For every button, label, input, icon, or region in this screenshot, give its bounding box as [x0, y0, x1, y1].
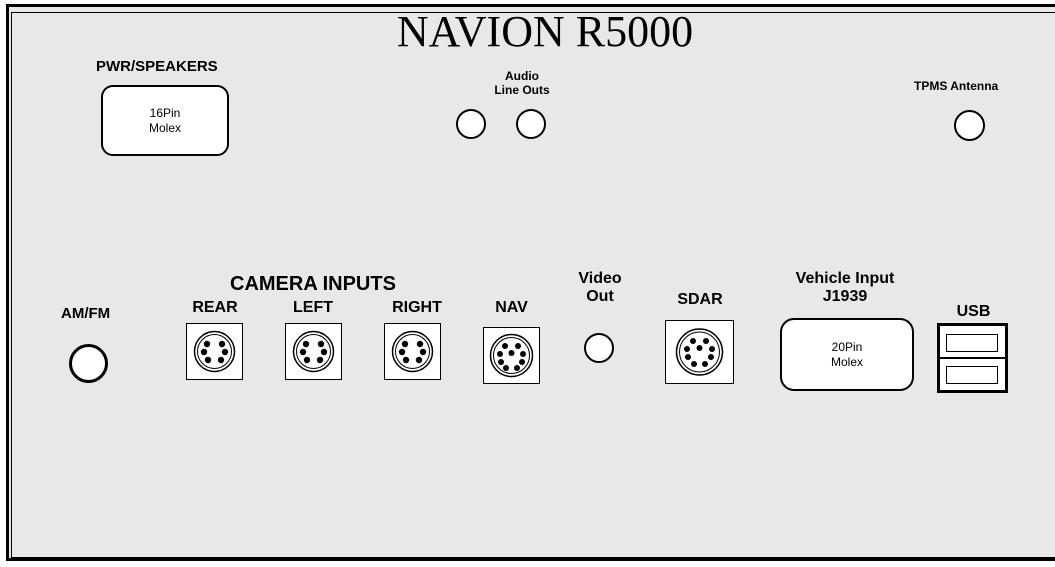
- vehicle-molex-type: Molex: [830, 354, 863, 369]
- sdar-label: SDAR: [677, 291, 723, 308]
- camera-left-connector: [285, 323, 342, 380]
- video-label-line2: Out: [586, 288, 614, 306]
- nav-connector: [483, 327, 540, 384]
- pwr-molex-pins: 16Pin: [149, 105, 181, 120]
- audio-line-outs-label: Audio Line Outs: [462, 69, 582, 98]
- camera-rear-label: REAR: [192, 299, 238, 316]
- pwr-molex-connector: 16Pin Molex: [101, 85, 229, 156]
- tpms-antenna-jack: [954, 110, 985, 141]
- vehicle-molex-connector: 20Pin Molex: [780, 318, 914, 391]
- vehicle-label-line1: Vehicle Input: [795, 270, 895, 287]
- am-fm-label: AM/FM: [61, 305, 111, 322]
- audio-label-line2: Line Outs: [494, 82, 550, 97]
- panel-title: NAVION R5000: [396, 7, 694, 56]
- tpms-antenna-label: TPMS Antenna: [914, 79, 999, 93]
- camera-left-label: LEFT: [293, 299, 333, 316]
- audio-out-left-jack: [456, 109, 486, 139]
- video-out-jack: [584, 333, 614, 363]
- usb-port-lower: [946, 366, 998, 384]
- camera-inputs-heading: CAMERA INPUTS: [230, 273, 396, 295]
- audio-label-line1: Audio: [505, 69, 539, 83]
- video-label-line1: Video: [578, 270, 622, 287]
- camera-rear-connector: [186, 323, 243, 380]
- nav-label: NAV: [495, 299, 528, 316]
- camera-right-label: RIGHT: [392, 299, 442, 316]
- am-fm-antenna-jack: [69, 344, 108, 383]
- pwr-molex-type: Molex: [148, 120, 181, 135]
- audio-out-right-jack: [516, 109, 546, 139]
- usb-label: USB: [956, 303, 991, 320]
- sdar-connector: [665, 320, 734, 384]
- pwr-speakers-label: PWR/SPEAKERS: [96, 58, 218, 75]
- vehicle-input-label: Vehicle Input J1939: [770, 270, 920, 307]
- usb-port-block: [937, 323, 1008, 393]
- vehicle-label-line2: J1939: [822, 288, 868, 306]
- camera-right-connector: [384, 323, 441, 380]
- usb-divider: [940, 357, 1005, 359]
- video-out-label: Video Out: [565, 270, 635, 307]
- usb-port-upper: [946, 334, 998, 352]
- vehicle-molex-pins: 20Pin: [831, 339, 863, 354]
